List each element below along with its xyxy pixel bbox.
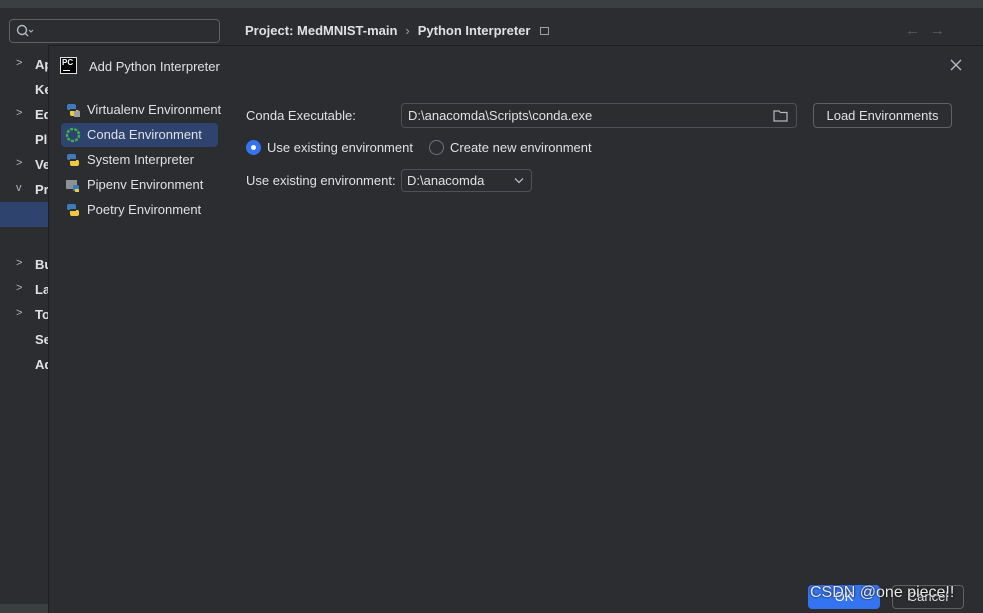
existing-environment-select[interactable]: D:\anacomda <box>401 169 532 192</box>
breadcrumb: Project: MedMNIST-main › Python Interprete… <box>245 23 550 38</box>
use-existing-radio-label[interactable]: Use existing environment <box>267 140 413 155</box>
breadcrumb-project[interactable]: Project: MedMNIST-main <box>245 23 397 38</box>
add-python-interpreter-dialog: PC Add Python Interpreter Virtualenv Env… <box>48 45 983 613</box>
tree-item-version-control[interactable]: > Ve <box>0 152 50 177</box>
chevron-down-icon: v <box>16 182 22 194</box>
use-existing-environment-label: Use existing environment: <box>246 173 396 188</box>
watermark-text: CSDN @one piece!! <box>810 584 955 601</box>
tree-item-plugins[interactable]: Pl <box>0 127 48 152</box>
back-arrow-icon[interactable]: ← <box>905 22 930 39</box>
settings-search-input[interactable] <box>9 19 220 43</box>
close-icon[interactable] <box>949 58 963 72</box>
chevron-right-icon: > <box>16 107 23 119</box>
folder-icon[interactable] <box>773 109 788 122</box>
env-item-system[interactable]: System Interpreter <box>61 148 218 172</box>
chevron-right-icon: > <box>16 57 23 69</box>
existing-environment-value: D:\anacomda <box>407 173 485 188</box>
create-new-radio[interactable] <box>429 140 444 155</box>
tree-selected-row[interactable] <box>0 202 48 227</box>
tree-item-tools[interactable]: > To <box>0 302 50 327</box>
tree-item-advanced[interactable]: Ad <box>0 352 52 377</box>
conda-executable-field[interactable]: D:\anacomda\Scripts\conda.exe <box>401 103 797 128</box>
pycharm-logo-icon: PC <box>60 57 77 74</box>
chevron-down-icon <box>514 178 524 184</box>
create-new-radio-label[interactable]: Create new environment <box>450 140 592 155</box>
window-top-strip <box>0 0 983 8</box>
python-icon <box>66 154 80 166</box>
conda-executable-value: D:\anacomda\Scripts\conda.exe <box>408 108 593 123</box>
env-item-poetry[interactable]: Poetry Environment <box>61 198 218 222</box>
tree-item-project[interactable]: v Pr <box>0 177 49 202</box>
tree-item-appearance[interactable]: > Ap <box>0 52 52 77</box>
chevron-right-icon: > <box>16 157 23 169</box>
tree-item-build[interactable]: > Bu <box>0 252 52 277</box>
chevron-right-icon: > <box>16 307 23 319</box>
chevron-right-icon: › <box>405 23 410 38</box>
env-item-conda[interactable]: Conda Environment <box>61 123 218 147</box>
forward-arrow-icon[interactable]: → <box>930 22 955 39</box>
tree-item-languages[interactable]: > La <box>0 277 50 302</box>
load-environments-button[interactable]: Load Environments <box>813 103 952 128</box>
env-item-virtualenv[interactable]: Virtualenv Environment <box>61 98 221 122</box>
chevron-right-icon: > <box>16 257 23 269</box>
python-poetry-icon <box>66 204 80 216</box>
breadcrumb-page: Python Interpreter <box>417 23 531 38</box>
tree-item-editor[interactable]: > Ed <box>0 102 52 127</box>
conda-icon <box>65 127 81 143</box>
pipenv-icon <box>66 180 79 192</box>
search-icon <box>16 24 34 37</box>
tree-item-keymap[interactable]: Ke <box>0 77 52 102</box>
settings-bottom-strip <box>0 604 48 613</box>
tree-item-settings-sync[interactable]: Se <box>0 327 51 352</box>
nav-arrows: ←→ <box>905 22 955 39</box>
python-virtualenv-icon <box>66 104 80 117</box>
conda-executable-label: Conda Executable: <box>246 108 356 123</box>
use-existing-radio[interactable] <box>246 140 261 155</box>
window-icon[interactable] <box>540 26 550 35</box>
chevron-right-icon: > <box>16 282 23 294</box>
dialog-title: Add Python Interpreter <box>89 59 220 74</box>
env-item-pipenv[interactable]: Pipenv Environment <box>61 173 218 197</box>
